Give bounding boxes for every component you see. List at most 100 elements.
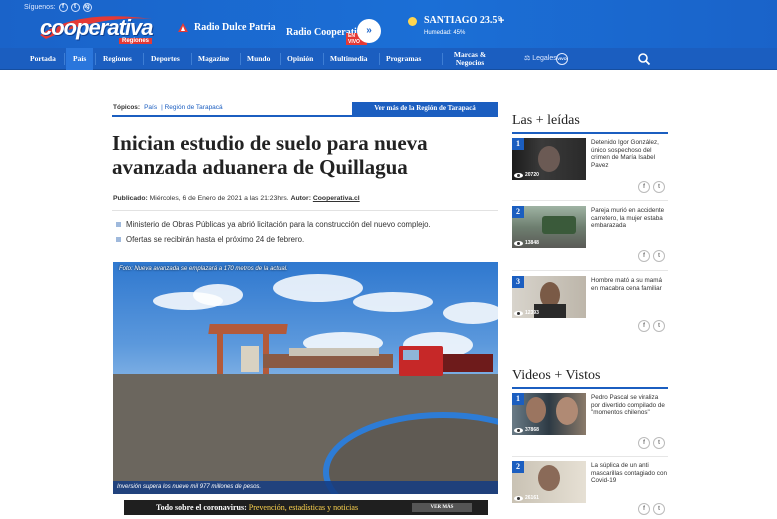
rank-badge: 3 [512, 276, 524, 288]
views-count: 26161 [525, 495, 539, 501]
summary-item: Ministerio de Obras Públicas ya abrió li… [116, 220, 431, 229]
card-divider [512, 200, 668, 201]
facebook-share-icon[interactable]: f [638, 437, 650, 449]
radio-cooperativa-link[interactable]: Radio Cooperativa EN VIVO [286, 22, 367, 45]
top-video-item-2[interactable]: 2 26161 La súplica de un anti mascarilla… [512, 461, 668, 519]
views-counter: 12393 [514, 310, 539, 316]
nav-opinion[interactable]: Opinión [282, 48, 318, 70]
byline-author-link[interactable]: Cooperativa.cl [313, 195, 360, 202]
eye-icon [514, 240, 523, 246]
views-counter: 37868 [514, 427, 539, 433]
top-videos-divider [512, 387, 668, 389]
truck-window [403, 350, 419, 360]
nav-divider [191, 53, 192, 65]
eye-icon [514, 310, 523, 316]
coronavirus-more-button[interactable]: VER MÁS [412, 503, 472, 512]
canopy-roof [208, 324, 288, 334]
most-read-item-2[interactable]: 2 13848 Pareja murió en accidente carret… [512, 206, 668, 266]
thumb-face [538, 465, 560, 491]
rank-badge: 2 [512, 206, 524, 218]
facebook-icon[interactable]: f [58, 3, 68, 12]
views-count: 37868 [525, 427, 539, 433]
twitter-share-icon[interactable]: t [653, 320, 665, 332]
nav-pais[interactable]: País [66, 48, 94, 70]
rank-badge: 1 [512, 138, 524, 150]
nav-regiones[interactable]: Regiones [97, 48, 138, 70]
most-read-item-1[interactable]: 1 20720 Detenido Igor González, único so… [512, 138, 668, 198]
byline-divider [112, 210, 498, 211]
play-live-icon[interactable]: » [357, 19, 381, 43]
thumb-face [556, 397, 578, 425]
most-read-divider [512, 132, 668, 134]
article-byline: Publicado: Miércoles, 6 de Enero de 2021… [113, 195, 360, 202]
share-buttons: f t [638, 437, 665, 449]
article-title: Inician estudio de suelo para nueva avan… [112, 131, 428, 179]
nav-legales[interactable]: ⚖ Legales [524, 48, 557, 70]
nav-deportes[interactable]: Deportes [145, 48, 186, 70]
nav-programas[interactable]: Programas [381, 48, 426, 70]
top-video-item-1[interactable]: 1 37868 Pedro Pascal se viraliza por div… [512, 393, 668, 453]
article-summary: Ministerio de Obras Públicas ya abrió li… [116, 220, 431, 250]
thumb-face [538, 146, 560, 172]
topics-label: Tópicos: [113, 104, 141, 111]
twitter-share-icon[interactable]: t [653, 503, 665, 515]
nav-divider [143, 53, 144, 65]
thumbnail[interactable]: 1 20720 [512, 138, 586, 180]
radio-dulce-patria-link[interactable]: Radio Dulce Patria [178, 22, 276, 33]
most-read-item-3[interactable]: 3 12393 Hombre mató a su mamá en macabra… [512, 276, 668, 336]
nav-divider [240, 53, 241, 65]
eye-icon [514, 427, 523, 433]
building-long [263, 354, 393, 368]
canopy-pillar [217, 334, 223, 374]
twitter-icon[interactable]: t [70, 3, 80, 12]
views-count: 20720 [525, 172, 539, 178]
share-buttons: f t [638, 250, 665, 262]
top-videos-heading: Videos + Vistos [512, 368, 601, 383]
facebook-share-icon[interactable]: f [638, 250, 650, 262]
topic-pais-link[interactable]: País [144, 104, 157, 111]
coronavirus-topics: Prevención, estadísticas y noticias [248, 503, 359, 512]
twitter-share-icon[interactable]: t [653, 181, 665, 193]
card-divider [512, 270, 668, 271]
nav-multimedia[interactable]: Multimedia [325, 48, 373, 70]
nav-divider [64, 53, 65, 65]
thumbnail[interactable]: 3 12393 [512, 276, 586, 318]
nav-magazine[interactable]: Magazine [193, 48, 234, 70]
facebook-share-icon[interactable]: f [638, 320, 650, 332]
logo-region-tag: Regiones [118, 38, 152, 44]
live-radio-icon[interactable]: VIVO [556, 53, 568, 65]
search-icon[interactable] [637, 52, 651, 66]
thumbnail[interactable]: 1 37868 [512, 393, 586, 435]
thumb-vehicle [542, 216, 576, 234]
nav-mundo[interactable]: Mundo [242, 48, 275, 70]
share-buttons: f t [638, 503, 665, 515]
site-header: Síguenos: f t ig cooperativa Regiones Ra… [0, 0, 777, 48]
twitter-share-icon[interactable]: t [653, 250, 665, 262]
thumbnail[interactable]: 2 26161 [512, 461, 586, 503]
nav-marcas-negocios[interactable]: Marcas & Negocios [446, 51, 494, 67]
weather-city: SANTIAGO 23.5° [424, 15, 502, 26]
nav-portada[interactable]: Portada [24, 48, 62, 70]
sun-icon [408, 17, 417, 26]
facebook-share-icon[interactable]: f [638, 181, 650, 193]
instagram-icon[interactable]: ig [82, 3, 92, 12]
top-video-title[interactable]: La súplica de un anti mascarillas contag… [591, 462, 669, 485]
thumbnail[interactable]: 2 13848 [512, 206, 586, 248]
most-read-title[interactable]: Hombre mató a su mamá en macabra cena fa… [591, 277, 669, 292]
views-counter: 26161 [514, 495, 539, 501]
truck-trailer [443, 354, 493, 372]
facebook-share-icon[interactable]: f [638, 503, 650, 515]
more-region-button[interactable]: Ver más de la Región de Tarapacá [352, 102, 498, 115]
most-read-title[interactable]: Pareja murió en accidente carretero, la … [591, 207, 669, 230]
breadcrumb-divider [112, 115, 498, 117]
top-video-title[interactable]: Pedro Pascal se viraliza por divertido c… [591, 394, 669, 417]
twitter-share-icon[interactable]: t [653, 437, 665, 449]
site-logo[interactable]: cooperativa Regiones [38, 13, 154, 45]
nav-divider [442, 53, 443, 65]
cloud [273, 274, 363, 302]
coronavirus-banner[interactable]: Todo sobre el coronavirus: Prevención, e… [124, 500, 488, 515]
most-read-title[interactable]: Detenido Igor González, único sospechoso… [591, 139, 669, 169]
weather-expand-icon[interactable]: + [498, 15, 504, 27]
article-photo[interactable]: Foto: Nueva avanzada se emplazará a 170 … [113, 262, 498, 494]
topic-tarapaca-link[interactable]: | Región de Tarapacá [161, 104, 223, 111]
